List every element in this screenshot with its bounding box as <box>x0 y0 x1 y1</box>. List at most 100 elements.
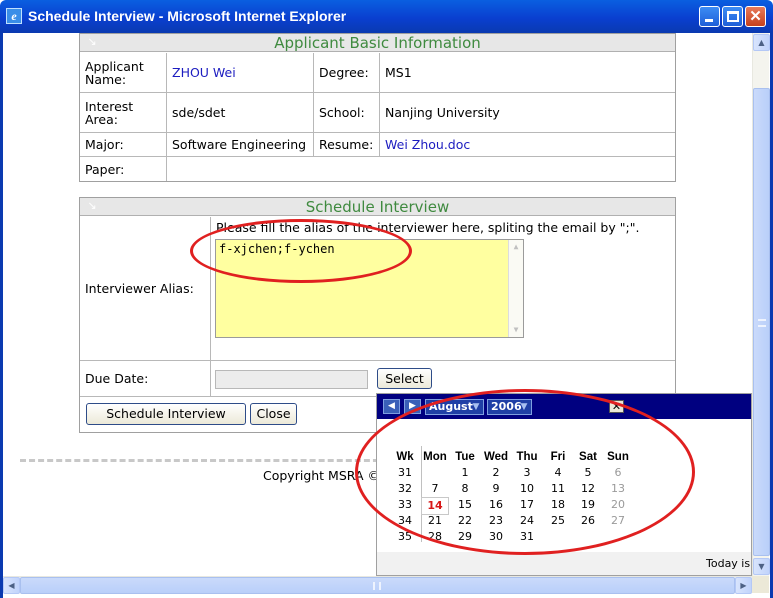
window-title: Schedule Interview - Microsoft Internet … <box>28 8 347 24</box>
calendar-day[interactable]: 3 <box>513 465 541 481</box>
calendar-day[interactable]: 30 <box>482 529 510 545</box>
previous-month-button[interactable]: ◀ <box>383 399 400 414</box>
scrollbar-corner <box>752 576 769 593</box>
calendar-day[interactable]: 12 <box>574 481 602 497</box>
weekday-label: Wk <box>396 451 414 463</box>
school-value: Nanjing University <box>380 93 675 133</box>
due-date-label: Due Date: <box>80 361 211 397</box>
paper-label: Paper: <box>80 157 167 181</box>
calendar-day[interactable]: 1 <box>451 465 479 481</box>
title-bar[interactable]: e Schedule Interview - Microsoft Interne… <box>0 0 773 33</box>
chevron-down-icon: ▼ <box>520 402 528 412</box>
vertical-scrollbar[interactable]: ▲ ▼ <box>752 33 770 576</box>
calendar-day[interactable]: 21 <box>421 513 449 529</box>
calendar-day[interactable]: 27 <box>604 513 632 529</box>
major-label: Major: <box>80 133 167 157</box>
weekday-label: Wed <box>483 451 509 463</box>
calendar-close-button[interactable]: ✕ <box>609 400 624 413</box>
calendar-weekday-header: Wk Mon Tue Wed Thu Fri Sat Sun <box>391 449 751 465</box>
grip-icon <box>758 319 766 327</box>
close-window-button[interactable]: ✕ <box>745 6 766 27</box>
calendar-day[interactable]: 10 <box>513 481 541 497</box>
week-number: 32 <box>398 482 412 495</box>
calendar-day[interactable]: 4 <box>544 465 572 481</box>
month-select[interactable]: August ▼ <box>425 399 484 415</box>
calendar-day[interactable]: 18 <box>544 497 572 513</box>
calendar-day[interactable]: 19 <box>574 497 602 513</box>
calendar-day[interactable]: 2 <box>482 465 510 481</box>
applicant-info-heading: Applicant Basic Information <box>274 34 481 52</box>
degree-value: MS1 <box>380 53 675 93</box>
calendar-day[interactable]: 29 <box>451 529 479 545</box>
applicant-info-header: ↘ Applicant Basic Information <box>80 34 675 52</box>
calendar-day[interactable]: 8 <box>451 481 479 497</box>
calendar-day[interactable]: 25 <box>544 513 572 529</box>
resume-label: Resume: <box>314 133 380 157</box>
scroll-down-button[interactable]: ▼ <box>753 558 770 575</box>
scroll-up-icon[interactable]: ▲ <box>509 240 523 254</box>
internet-explorer-icon: e <box>6 8 22 24</box>
applicant-name-label: Applicant Name: <box>80 53 167 93</box>
calendar-day[interactable]: 5 <box>574 465 602 481</box>
resume-link[interactable]: Wei Zhou.doc <box>385 137 470 152</box>
week-number: 35 <box>398 530 412 543</box>
copyright-text: Copyright MSRA © <box>263 468 380 483</box>
year-select[interactable]: 2006 ▼ <box>487 399 532 415</box>
select-date-button[interactable]: Select <box>377 368 432 389</box>
close-icon: ✕ <box>749 8 762 25</box>
maximize-button[interactable] <box>722 6 743 27</box>
calendar-day[interactable]: 13 <box>604 481 632 497</box>
date-picker-popup[interactable]: ◀ ▶ August ▼ 2006 ▼ ✕ Wk Mon Tue Wed Thu Fri S… <box>376 393 752 576</box>
maximize-icon <box>727 11 739 22</box>
school-label: School: <box>314 93 380 133</box>
calendar-day[interactable]: 15 <box>451 497 479 513</box>
calendar-day[interactable]: 26 <box>574 513 602 529</box>
schedule-interview-heading: Schedule Interview <box>305 198 450 216</box>
applicant-name-value: ZHOU Wei <box>167 53 314 93</box>
paper-value <box>167 157 675 181</box>
calendar-day[interactable]: 28 <box>421 529 449 545</box>
due-date-input[interactable] <box>215 370 368 389</box>
close-button[interactable]: Close <box>250 403 297 425</box>
interest-area-value: sde/sdet <box>167 93 314 133</box>
resume-cell: Wei Zhou.doc <box>380 133 675 157</box>
week-number: 31 <box>398 466 412 479</box>
major-value: Software Engineering <box>167 133 314 157</box>
calendar-week-row: 34 21 22 23 24 25 26 27 <box>391 513 751 529</box>
today-text: Today is <box>706 557 751 570</box>
textarea-scrollbar[interactable]: ▲ ▼ <box>508 240 523 337</box>
horizontal-scrollbar[interactable]: ◀ ▶ <box>3 576 752 594</box>
week-number: 34 <box>398 514 412 527</box>
scroll-down-icon[interactable]: ▼ <box>509 323 523 337</box>
calendar-day[interactable]: 23 <box>482 513 510 529</box>
weekday-label: Sat <box>579 451 597 463</box>
calendar-day[interactable]: 9 <box>482 481 510 497</box>
calendar-day[interactable]: 7 <box>421 481 449 497</box>
grip-icon <box>373 582 381 590</box>
calendar-day[interactable]: 20 <box>604 497 632 513</box>
weekday-label: Tue <box>455 451 475 463</box>
schedule-interview-button[interactable]: Schedule Interview <box>86 403 246 425</box>
scroll-right-button[interactable]: ▶ <box>735 577 752 594</box>
horizontal-scroll-thumb[interactable] <box>20 577 735 594</box>
minimize-button[interactable] <box>699 6 720 27</box>
next-month-button[interactable]: ▶ <box>404 399 421 414</box>
scroll-left-button[interactable]: ◀ <box>3 577 20 594</box>
collapse-arrow-icon[interactable]: ↘ <box>86 36 98 48</box>
calendar-day[interactable]: 22 <box>451 513 479 529</box>
weekday-label: Thu <box>516 451 538 463</box>
interviewer-alias-textarea[interactable]: f-xjchen;f-ychen ▲ ▼ <box>215 239 524 338</box>
collapse-arrow-icon[interactable]: ↘ <box>86 200 98 212</box>
calendar-day[interactable]: 11 <box>544 481 572 497</box>
calendar-day[interactable]: 24 <box>513 513 541 529</box>
calendar-day[interactable]: 6 <box>604 465 632 481</box>
vertical-scroll-thumb[interactable] <box>753 88 770 556</box>
scroll-up-button[interactable]: ▲ <box>753 34 770 51</box>
month-value: August <box>429 400 473 413</box>
calendar-week-row: 32 7 8 9 10 11 12 13 <box>391 481 751 497</box>
calendar-day[interactable]: 17 <box>513 497 541 513</box>
calendar-day[interactable]: 16 <box>482 497 510 513</box>
calendar-day[interactable]: 31 <box>513 529 541 545</box>
calendar-week-row: 31 1 2 3 4 5 6 <box>391 465 751 481</box>
schedule-interview-header: ↘ Schedule Interview <box>80 198 675 216</box>
